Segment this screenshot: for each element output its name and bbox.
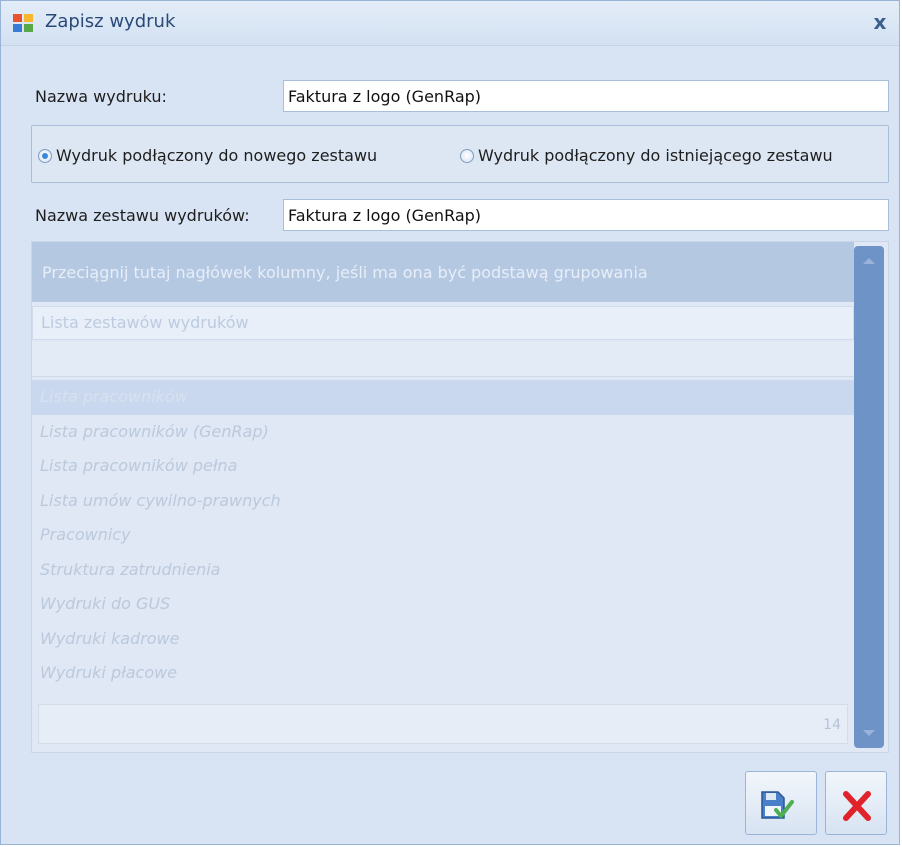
table-row[interactable]: Lista umów cywilno-prawnych <box>32 484 854 519</box>
cancel-button[interactable] <box>825 771 887 835</box>
print-name-input[interactable] <box>283 80 889 112</box>
row-count: 14 <box>823 717 841 733</box>
radio-unselected-icon <box>460 148 474 163</box>
close-icon: x <box>873 10 887 34</box>
print-sets-grid: Przeciągnij tutaj nagłówek kolumny, jeśl… <box>31 241 889 753</box>
vertical-scrollbar[interactable] <box>854 246 884 748</box>
table-row[interactable]: Wydruki do GUS <box>32 587 854 622</box>
save-disk-check-icon <box>761 791 794 819</box>
app-icon <box>13 14 33 32</box>
scroll-down-icon[interactable] <box>863 730 875 736</box>
table-row[interactable]: Lista pracowników (GenRap) <box>32 415 854 450</box>
group-by-panel[interactable]: Przeciągnij tutaj nagłówek kolumny, jeśl… <box>32 242 854 302</box>
radio-existing-set-label: Wydruk podłączony do istniejącego zestaw… <box>478 146 833 165</box>
close-button[interactable]: x <box>869 11 891 33</box>
filter-row[interactable] <box>32 342 854 377</box>
table-row[interactable]: Struktura zatrudnienia <box>32 553 854 588</box>
table-row[interactable]: Wydruki kadrowe <box>32 622 854 657</box>
table-row[interactable]: Wydruki płacowe <box>32 656 854 691</box>
set-name-label: Nazwa zestawu wydruków: <box>35 206 250 225</box>
cancel-x-icon <box>843 791 871 821</box>
radio-selected-icon <box>38 148 52 163</box>
table-row[interactable]: Lista pracowników <box>32 380 854 415</box>
window-title: Zapisz wydruk <box>45 11 176 32</box>
grid-footer: 14 <box>38 704 848 744</box>
save-button[interactable] <box>745 771 817 835</box>
set-name-input[interactable] <box>283 199 889 231</box>
column-header-print-sets[interactable]: Lista zestawów wydruków <box>32 306 854 340</box>
attach-mode-group: Wydruk podłączony do nowego zestawu Wydr… <box>31 125 889 183</box>
radio-existing-set[interactable]: Wydruk podłączony do istniejącego zestaw… <box>460 146 833 165</box>
radio-new-set[interactable]: Wydruk podłączony do nowego zestawu <box>38 146 377 165</box>
radio-new-set-label: Wydruk podłączony do nowego zestawu <box>56 146 378 165</box>
table-row[interactable]: Pracownicy <box>32 518 854 553</box>
print-name-label: Nazwa wydruku: <box>35 87 167 106</box>
save-print-dialog: Zapisz wydruk x Nazwa wydruku: Wydruk po… <box>0 0 900 845</box>
grid-rows: Lista pracowników Lista pracowników (GenR… <box>32 380 854 698</box>
title-bar: Zapisz wydruk x <box>1 1 899 46</box>
table-row[interactable]: Lista pracowników pełna <box>32 449 854 484</box>
scroll-up-icon[interactable] <box>863 258 875 264</box>
